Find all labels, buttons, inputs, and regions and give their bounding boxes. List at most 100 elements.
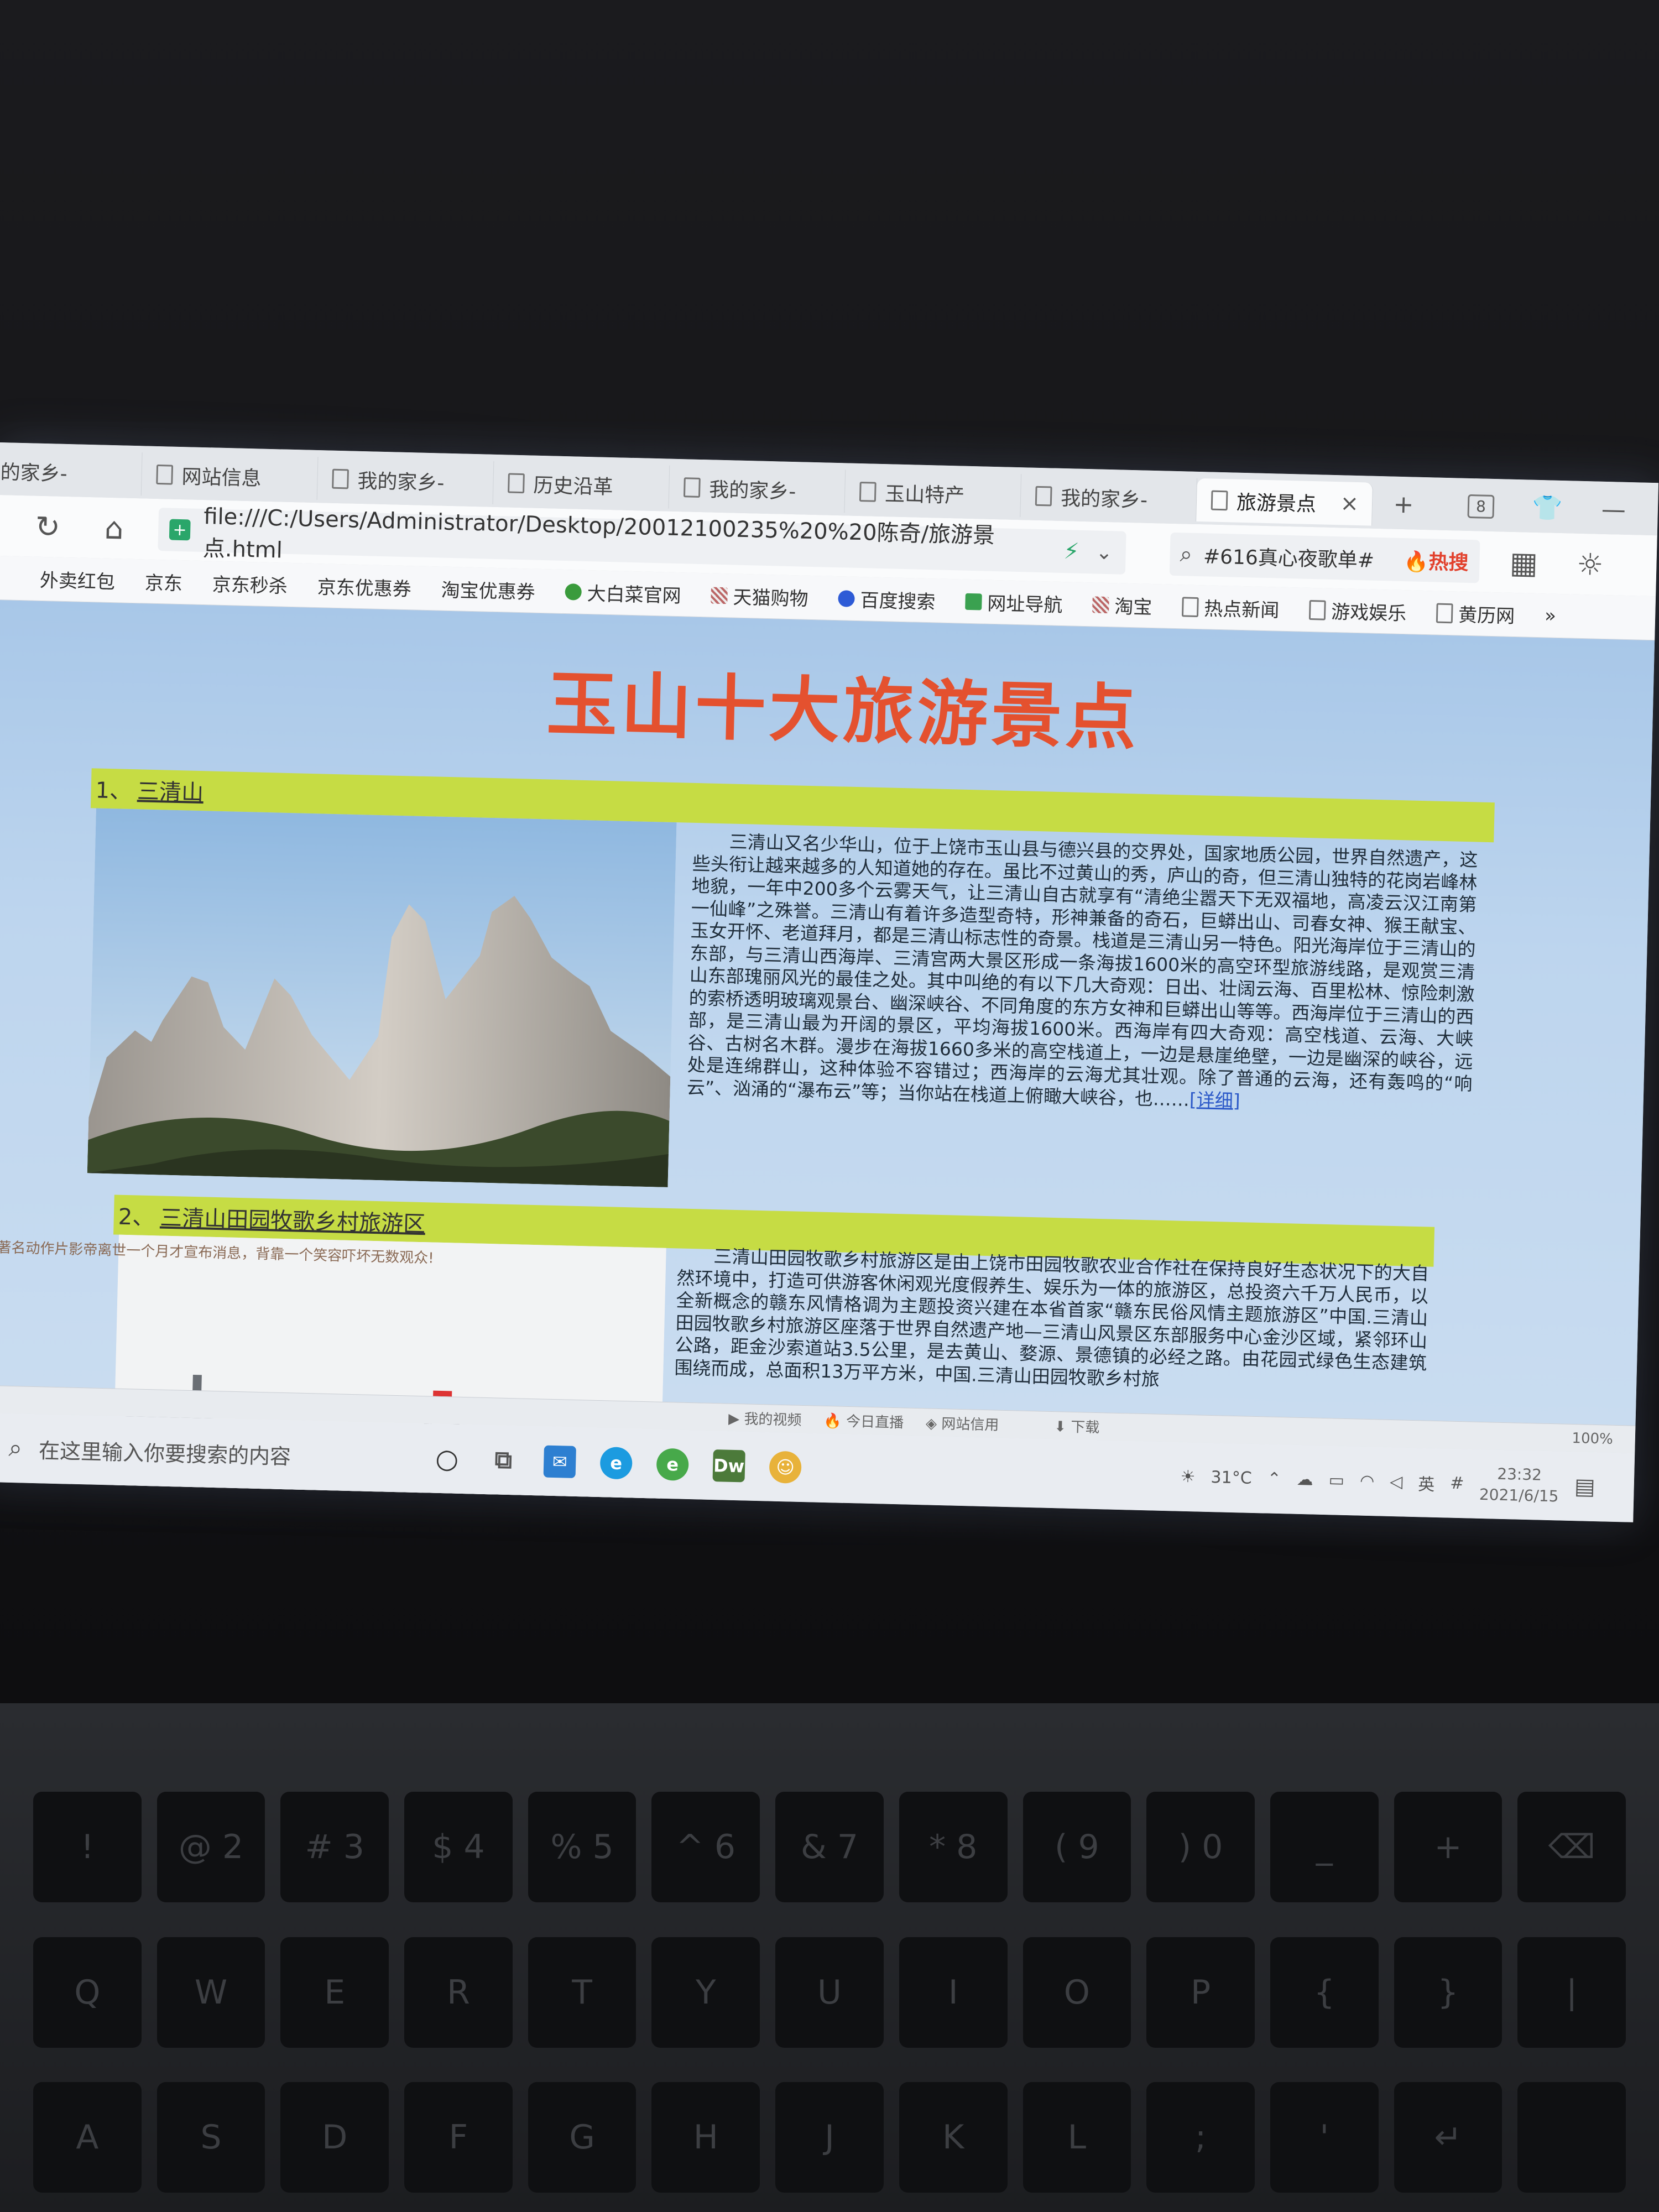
battery-icon[interactable]: ▭ xyxy=(1328,1470,1344,1490)
weather-temp[interactable]: 31°C xyxy=(1211,1468,1252,1488)
dreamweaver-icon[interactable]: Dw xyxy=(712,1449,745,1482)
keyboard-key[interactable]: ) 0 xyxy=(1146,1792,1255,1902)
bookmark-taobao[interactable]: 淘宝 xyxy=(1092,591,1152,619)
tab-history[interactable]: 历史沿革 xyxy=(493,461,670,509)
cortana-icon[interactable]: ○ xyxy=(431,1442,463,1475)
task-view-icon[interactable]: ⧉ xyxy=(487,1444,520,1477)
status-video[interactable]: ▶ 我的视频 xyxy=(728,1407,802,1430)
keyboard-key[interactable]: % 5 xyxy=(528,1792,637,1902)
keyboard-key[interactable]: R xyxy=(404,1937,513,2048)
tab-hometown-2[interactable]: 我的家乡- xyxy=(317,457,494,504)
ime-grid-icon[interactable]: # xyxy=(1450,1474,1464,1494)
edge-icon[interactable]: e xyxy=(599,1446,633,1479)
keyboard-key[interactable]: F xyxy=(404,2082,513,2193)
close-icon[interactable]: × xyxy=(1340,491,1359,517)
keyboard-key[interactable]: G xyxy=(528,2082,637,2193)
keyboard-key[interactable]: ↵ xyxy=(1394,2082,1503,2193)
bookmark-waimai[interactable]: 外卖红包 xyxy=(39,565,115,594)
user-avatar-icon[interactable]: ☺ xyxy=(769,1451,802,1484)
chevron-down-icon[interactable]: ⌄ xyxy=(1095,541,1113,564)
wifi-icon[interactable]: ◠ xyxy=(1360,1472,1375,1491)
section-link-tianyuan[interactable]: 三清山田园牧歌乡村旅游区 xyxy=(160,1199,426,1238)
keyboard-key[interactable]: L xyxy=(1022,2082,1131,2193)
keyboard-key[interactable]: P xyxy=(1146,1937,1255,2048)
chevron-up-icon[interactable]: ⌃ xyxy=(1267,1469,1281,1489)
mail-icon[interactable]: ✉ xyxy=(543,1445,576,1478)
tab-specialties[interactable]: 玉山特产 xyxy=(844,469,1022,518)
minimize-icon[interactable]: — xyxy=(1591,492,1636,526)
keyboard-key[interactable]: Q xyxy=(33,1937,142,2048)
keyboard-key[interactable]: T xyxy=(528,1937,637,2048)
volume-icon[interactable]: ◁ xyxy=(1390,1472,1403,1492)
lightning-icon[interactable]: ⚡ xyxy=(1063,539,1079,565)
clock[interactable]: 23:32 2021/6/15 xyxy=(1479,1463,1559,1506)
search-box[interactable]: ⌕ #616真心夜歌单# 🔥热搜 xyxy=(1169,532,1480,583)
keyboard-key[interactable]: J xyxy=(775,2082,884,2193)
bookmark-nav[interactable]: 网址导航 xyxy=(965,588,1063,617)
bookmark-jd[interactable]: 京东 xyxy=(144,567,182,596)
status-live[interactable]: 🔥 今日直播 xyxy=(823,1410,904,1432)
section-link-sanqingshan[interactable]: 三清山 xyxy=(137,773,204,807)
keyboard-key[interactable]: ' xyxy=(1270,2082,1379,2193)
brightness-icon[interactable]: ☼ xyxy=(1568,544,1613,584)
keyboard-key[interactable] xyxy=(1517,2082,1626,2193)
tab-count-button[interactable]: 8 xyxy=(1458,489,1503,523)
bookmark-dabaicai[interactable]: 大白菜官网 xyxy=(565,578,681,608)
keyboard-key[interactable]: O xyxy=(1022,1937,1131,2048)
bookmark-games[interactable]: 游戏娱乐 xyxy=(1308,596,1407,625)
tab-hometown-4[interactable]: 我的家乡- xyxy=(1020,474,1198,521)
keyboard-key[interactable]: * 8 xyxy=(899,1792,1008,1902)
keyboard-key[interactable]: ⌫ xyxy=(1517,1792,1626,1902)
browser-360-icon[interactable]: e xyxy=(656,1448,689,1481)
keyboard-key[interactable]: K xyxy=(899,2082,1008,2193)
keyboard-key[interactable]: | xyxy=(1517,1937,1626,2048)
reload-icon[interactable]: ↻ xyxy=(25,507,70,546)
status-credit[interactable]: ◈ 网站信用 xyxy=(926,1412,999,1434)
keyboard-key[interactable]: H xyxy=(651,2082,760,2193)
keyboard-key[interactable]: A xyxy=(33,2082,142,2193)
keyboard-key[interactable]: Y xyxy=(651,1937,760,2048)
keyboard-key[interactable]: W xyxy=(156,1937,265,2048)
bookmark-jd-coupon[interactable]: 京东优惠券 xyxy=(317,572,411,601)
ime-indicator[interactable]: 英 xyxy=(1418,1470,1435,1495)
bookmark-news[interactable]: 热点新闻 xyxy=(1181,593,1280,622)
tab-hometown-3[interactable]: 我的家乡- xyxy=(669,465,846,513)
shirt-icon[interactable]: 👕 xyxy=(1525,491,1569,525)
keyboard-key[interactable]: & 7 xyxy=(775,1792,884,1902)
bookmark-taobao-coupon[interactable]: 淘宝优惠券 xyxy=(441,575,535,604)
bookmark-baidu[interactable]: 百度搜索 xyxy=(838,585,936,614)
status-download[interactable]: ⬇ 下载 xyxy=(1054,1415,1100,1437)
bookmark-huangli[interactable]: 黄历网 xyxy=(1436,599,1515,628)
new-tab-icon[interactable]: + xyxy=(1381,487,1426,521)
keyboard-key[interactable]: ! xyxy=(33,1792,142,1902)
keyboard-key[interactable]: I xyxy=(899,1937,1008,2048)
bookmark-jd-miaosha[interactable]: 京东秒杀 xyxy=(212,569,288,598)
bookmarks-more[interactable]: » xyxy=(1545,604,1557,627)
keyboard-key[interactable]: { xyxy=(1270,1937,1379,2048)
keyboard-key[interactable]: # 3 xyxy=(280,1792,389,1902)
tab-attractions[interactable]: 旅游景点 × xyxy=(1196,478,1373,526)
keyboard-key[interactable]: ^ 6 xyxy=(651,1792,760,1902)
keyboard-key[interactable]: U xyxy=(775,1937,884,2048)
keyboard-key[interactable]: + xyxy=(1394,1792,1503,1902)
detail-link[interactable]: [详细] xyxy=(1189,1088,1240,1111)
keyboard-key[interactable]: D xyxy=(280,2082,389,2193)
keyboard-key[interactable]: @ 2 xyxy=(156,1792,265,1902)
notification-icon[interactable]: ▤ xyxy=(1574,1474,1595,1500)
keyboard-key[interactable]: _ xyxy=(1270,1792,1379,1902)
keyboard-key[interactable]: ; xyxy=(1146,2082,1255,2193)
hot-search-label[interactable]: 🔥热搜 xyxy=(1404,545,1469,576)
keyboard-key[interactable]: $ 4 xyxy=(404,1792,513,1902)
tab-site-info[interactable]: 网站信息 xyxy=(141,452,319,500)
keyboard-key[interactable]: ( 9 xyxy=(1022,1792,1131,1902)
apps-grid-icon[interactable]: ▦ xyxy=(1501,542,1547,582)
home-icon[interactable]: ⌂ xyxy=(91,508,137,548)
keyboard-key[interactable]: } xyxy=(1394,1937,1503,2048)
keyboard-key[interactable]: S xyxy=(156,2082,265,2193)
bookmark-tmall[interactable]: 天猫购物 xyxy=(711,582,808,611)
taskbar-search[interactable]: ⌕ 在这里输入你要搜索的内容 xyxy=(0,1417,408,1488)
cloud-icon[interactable]: ☁ xyxy=(1296,1470,1313,1490)
keyboard-key[interactable]: E xyxy=(280,1937,389,2048)
tab-hometown-1[interactable]: 我的家乡- xyxy=(0,448,143,496)
zoom-level[interactable]: 100% xyxy=(1572,1430,1613,1447)
